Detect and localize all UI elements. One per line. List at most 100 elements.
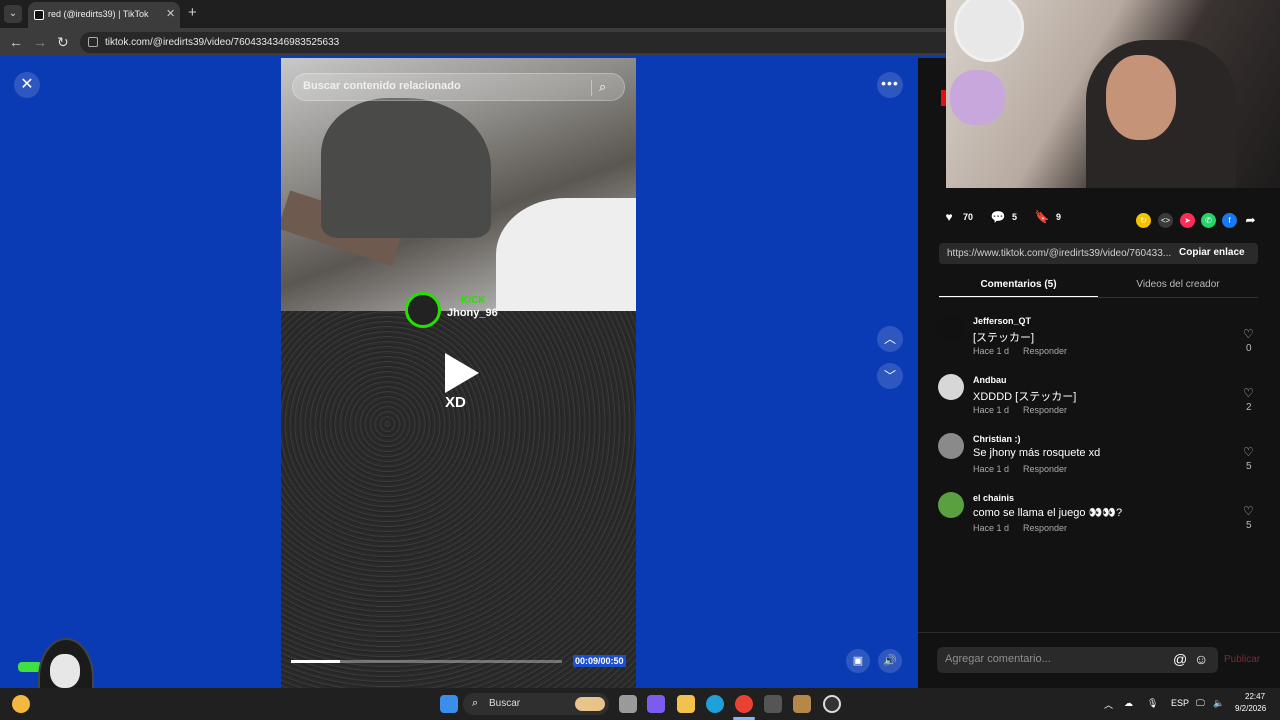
tiktok-favicon-icon [34,10,44,20]
progress-bar[interactable] [291,660,562,663]
next-video-button[interactable]: ﹀ [877,363,903,389]
search-input[interactable] [303,80,583,92]
comment-input[interactable] [945,653,1165,665]
comment-avatar[interactable] [938,433,964,459]
comment-heart-icon[interactable]: ♡ [1243,327,1254,341]
task-view-icon[interactable] [619,695,637,713]
start-icon[interactable] [440,695,458,713]
send-icon[interactable]: ➤ [1180,213,1195,228]
reload-button[interactable]: ↻ [57,34,69,51]
microphone-icon[interactable]: 🎙 [1147,698,1158,709]
back-button[interactable]: ← [9,34,23,50]
mention-icon[interactable]: @ [1173,651,1187,667]
play-icon[interactable] [445,353,479,393]
weather-icon[interactable] [12,695,30,713]
webcam-scene [954,0,1024,62]
composer-divider [918,632,1280,633]
file-explorer-icon[interactable] [677,695,695,713]
game-icon[interactable] [793,695,811,713]
comment-avatar[interactable] [938,374,964,400]
comment-count: 5 [1012,212,1018,222]
comment-heart-icon[interactable]: ♡ [1243,445,1254,459]
comment-text: XDDDD [ステッカー] [973,391,1077,403]
browser-tab-strip: ⌄ red (@iredirts39) | TikTok ✕ + [0,0,946,28]
share-icon[interactable]: ➦ [1243,213,1258,228]
tab-search-button[interactable]: ⌄ [4,5,22,23]
comment-username[interactable]: Christian :) [973,434,1021,444]
tab-creator-videos[interactable]: Videos del creador [1098,274,1258,298]
comment-time: Hace 1 d [973,346,1010,356]
facebook-icon[interactable]: f [1222,213,1237,228]
copilot-icon[interactable] [647,695,665,713]
chrome-icon[interactable] [735,695,753,713]
comment-heart-icon[interactable]: ♡ [1243,504,1254,518]
volume-icon[interactable]: 🔊 [878,649,902,673]
video-caption: XD [445,394,466,411]
comment-like-count: 5 [1246,520,1252,531]
copy-link-button[interactable]: Copiar enlace [1179,247,1245,258]
previous-video-button[interactable]: ︿ [877,326,903,352]
comment-icon[interactable]: 💬 [990,209,1006,225]
bookmark-icon[interactable]: 🔖 [1034,209,1050,225]
comment-username[interactable]: Andbau [973,375,1007,385]
comment-time: Hace 1 d [973,405,1010,415]
obs-icon[interactable] [823,695,841,713]
share-link-box: https://www.tiktok.com/@iredirts39/video… [939,243,1258,264]
webcam-scene [950,70,1005,125]
site-info-icon[interactable] [88,37,98,47]
emoji-icon[interactable]: ☺ [1194,651,1208,667]
new-tab-button[interactable]: + [188,4,197,21]
whatsapp-icon[interactable]: ✆ [1201,213,1216,228]
like-count: 70 [963,212,974,222]
reply-button[interactable]: Responder [1023,346,1067,356]
video-player[interactable]: KICK Jhony_96 XD ⌕ 00:09/00:50 [281,58,636,688]
comment-avatar[interactable] [938,492,964,518]
language-indicator[interactable]: ESP [1171,698,1189,708]
reply-button[interactable]: Responder [1023,464,1067,474]
network-icon[interactable]: 🖵 [1196,698,1205,709]
onedrive-icon[interactable]: ☁ [1124,698,1133,709]
clock-time[interactable]: 22:47 [1245,692,1265,701]
search-divider [591,80,592,96]
kick-label: KICK [461,295,486,306]
comment-username[interactable]: Jefferson_QT [973,316,1031,326]
tab-comments[interactable]: Comentarios (5) [939,274,1098,298]
tab-close-icon[interactable]: ✕ [166,7,175,20]
address-bar[interactable]: tiktok.com/@iredirts39/video/76043343469… [80,32,946,53]
comment-composer[interactable]: @ ☺ [937,647,1218,673]
speaker-icon[interactable]: 🔈 [1213,698,1224,709]
embed-icon[interactable]: <> [1158,213,1173,228]
search-icon[interactable]: ⌕ [599,79,606,95]
floating-player-icon[interactable]: ▣ [846,649,870,673]
forward-button[interactable]: → [33,34,47,50]
comment-heart-icon[interactable]: ♡ [1243,386,1254,400]
reply-button[interactable]: Responder [1023,405,1067,415]
clock-date[interactable]: 9/2/2026 [1235,704,1266,713]
kick-avatar-icon [405,292,441,328]
browser-toolbar: ← → ↻ tiktok.com/@iredirts39/video/76043… [0,28,946,56]
taskbar-search[interactable]: ⌕ Buscar [463,693,609,715]
browser-tab[interactable]: red (@iredirts39) | TikTok ✕ [28,2,180,28]
comment-avatar[interactable] [938,315,964,341]
kick-username: Jhony_96 [447,307,498,319]
related-search-box[interactable]: ⌕ [292,73,625,101]
comment-username[interactable]: el chainis [973,493,1014,503]
close-icon[interactable]: ✕ [14,72,40,98]
taskbar-search-label: Buscar [489,698,521,709]
publish-button[interactable]: Publicar [1224,654,1260,665]
edge-icon[interactable] [706,695,724,713]
tabs-divider [939,297,1258,298]
comment-item: Jefferson_QT [ステッカー] Hace 1 d Responder … [938,313,1258,369]
search-highlight-icon [575,697,605,711]
share-link-text[interactable]: https://www.tiktok.com/@iredirts39/video… [947,248,1173,259]
webcam-scene [1106,55,1176,140]
tab-title: red (@iredirts39) | TikTok [48,9,149,19]
reply-button[interactable]: Responder [1023,523,1067,533]
more-options-icon[interactable]: ••• [877,72,903,98]
heart-icon[interactable]: ♥ [941,209,957,225]
comment-like-count: 2 [1246,402,1252,413]
repost-icon[interactable]: ↻ [1136,213,1151,228]
chevron-up-icon[interactable]: ︿ [1104,698,1113,711]
store-icon[interactable] [764,695,782,713]
comment-text: [ステッカー] [973,332,1035,344]
